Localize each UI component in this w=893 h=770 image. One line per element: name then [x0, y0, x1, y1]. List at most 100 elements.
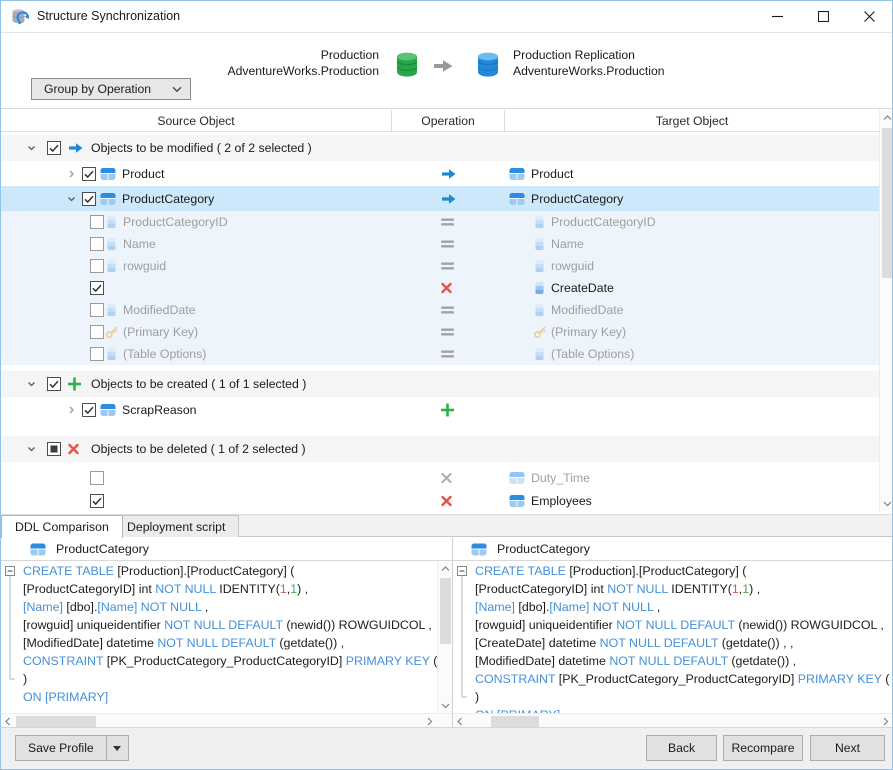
checkbox[interactable]: [90, 259, 104, 273]
left-pane-vscrollbar[interactable]: [437, 562, 452, 713]
chevron-right-icon[interactable]: [67, 405, 76, 414]
op-modify-icon: [68, 143, 83, 154]
group-label: Objects to be deleted ( 1 of 2 selected …: [91, 442, 306, 456]
tree-row[interactable]: ProductCategoryID ProductCategoryID: [1, 211, 879, 233]
scrollbar-thumb[interactable]: [16, 716, 96, 727]
op-delete-icon: [68, 444, 79, 455]
op-modify-icon: [441, 193, 456, 204]
tree-row[interactable]: CreateDate: [1, 277, 879, 299]
table-icon: [100, 167, 116, 180]
next-button[interactable]: Next: [810, 735, 885, 761]
right-pane-object-name: ProductCategory: [497, 542, 590, 556]
tab-deployment-script[interactable]: Deployment script: [113, 515, 239, 537]
tree-row[interactable]: (Primary Key)(Primary Key): [1, 321, 879, 343]
fold-guide: [4, 634, 20, 652]
checkbox[interactable]: [82, 167, 96, 181]
save-profile-label: Save Profile: [16, 736, 106, 760]
tree-row[interactable]: (Table Options)(Table Options): [1, 343, 879, 365]
checkbox[interactable]: [90, 347, 104, 361]
fold-guide: [456, 688, 472, 706]
footer-bar: Save Profile Back Recompare Next: [1, 727, 892, 769]
source-connection-info: Production AdventureWorks.Production: [227, 47, 379, 79]
checkbox[interactable]: [82, 192, 96, 206]
sql-line: [Name] [dbo].[Name] NOT NULL ,: [453, 598, 893, 616]
checkbox[interactable]: [47, 141, 61, 155]
tree-row[interactable]: ModifiedDateModifiedDate: [1, 299, 879, 321]
back-button[interactable]: Back: [646, 735, 717, 761]
scroll-down-icon[interactable]: [438, 699, 453, 713]
left-pane-hscrollbar[interactable]: [1, 713, 452, 728]
field-icon: [535, 216, 544, 229]
checkbox[interactable]: [47, 442, 61, 456]
chevron-down-icon[interactable]: [27, 144, 36, 153]
source-object-label: ProductCategoryID: [123, 215, 228, 229]
checkbox[interactable]: [90, 281, 104, 295]
tree-row[interactable]: ProductProduct: [1, 161, 879, 186]
op-add-icon: [441, 403, 454, 416]
group-label: Objects to be modified ( 2 of 2 selected…: [91, 141, 312, 155]
minimize-button[interactable]: [754, 1, 800, 32]
source-object-label: ProductCategory: [122, 192, 214, 206]
tree-row[interactable]: Employees: [1, 489, 879, 512]
fold-guide: [456, 652, 472, 670]
tree-row[interactable]: ScrapReason: [1, 397, 879, 422]
checkbox[interactable]: [90, 237, 104, 251]
column-source-object[interactable]: Source Object: [1, 110, 391, 131]
checkbox[interactable]: [90, 303, 104, 317]
field-icon: [535, 304, 544, 317]
checkbox[interactable]: [90, 494, 104, 508]
sql-line: ): [1, 670, 438, 688]
source-object-label: ModifiedDate: [123, 303, 195, 317]
sql-line: ON [PRIMARY]: [1, 688, 438, 706]
source-connection-name: Production: [227, 47, 379, 63]
target-database-icon: [475, 51, 501, 83]
sql-line: [CreateDate] datetime NOT NULL DEFAULT (…: [453, 634, 893, 652]
sql-line: [rowguid] uniqueidentifier NOT NULL DEFA…: [453, 616, 893, 634]
tree-row[interactable]: Objects to be modified ( 2 of 2 selected…: [1, 135, 879, 161]
tree-scrollbar[interactable]: [879, 110, 893, 512]
save-profile-button[interactable]: Save Profile: [15, 735, 129, 761]
scroll-up-icon[interactable]: [880, 111, 893, 125]
column-target-object[interactable]: Target Object: [505, 110, 879, 131]
tree-row[interactable]: Objects to be deleted ( 1 of 2 selected …: [1, 436, 879, 462]
column-operation[interactable]: Operation: [392, 110, 504, 131]
tree-row[interactable]: Duty_Time: [1, 466, 879, 489]
right-pane-hscrollbar[interactable]: [453, 713, 893, 728]
source-object-label: ScrapReason: [122, 403, 197, 417]
tree-row[interactable]: Objects to be created ( 1 of 1 selected …: [1, 371, 879, 397]
chevron-down-icon[interactable]: [67, 194, 76, 203]
tree-row[interactable]: NameName: [1, 233, 879, 255]
scrollbar-thumb[interactable]: [491, 716, 539, 727]
fold-collapse-icon[interactable]: [456, 562, 472, 580]
target-connection-name: Production Replication: [513, 47, 665, 63]
checkbox[interactable]: [90, 215, 104, 229]
op-equal-icon: [441, 350, 454, 359]
recompare-button[interactable]: Recompare: [723, 735, 803, 761]
scrollbar-thumb[interactable]: [882, 128, 893, 278]
scroll-up-icon[interactable]: [438, 562, 453, 576]
scroll-down-icon[interactable]: [880, 497, 893, 511]
chevron-right-icon[interactable]: [67, 169, 76, 178]
scrollbar-thumb[interactable]: [440, 578, 451, 644]
target-database-name: AdventureWorks.Production: [513, 63, 665, 79]
checkbox[interactable]: [82, 403, 96, 417]
tab-ddl-comparison[interactable]: DDL Comparison: [1, 515, 123, 538]
checkbox[interactable]: [47, 377, 61, 391]
fold-guide: [4, 670, 20, 688]
chevron-down-icon[interactable]: [27, 445, 36, 454]
close-button[interactable]: [846, 1, 892, 32]
tree-row[interactable]: ProductCategoryProductCategory: [1, 186, 879, 211]
left-ddl-editor[interactable]: CREATE TABLE [Production].[ProductCatego…: [1, 562, 438, 713]
group-by-dropdown[interactable]: Group by Operation: [31, 78, 191, 100]
checkbox[interactable]: [90, 471, 104, 485]
checkbox[interactable]: [90, 325, 104, 339]
maximize-button[interactable]: [800, 1, 846, 32]
tree-row[interactable]: rowguidrowguid: [1, 255, 879, 277]
op-modify-icon: [441, 168, 456, 179]
save-profile-dropdown[interactable]: [106, 736, 128, 760]
fold-collapse-icon[interactable]: [4, 562, 20, 580]
right-ddl-editor[interactable]: CREATE TABLE [Production].[ProductCatego…: [453, 562, 893, 713]
target-object-label: ProductCategoryID: [551, 215, 656, 229]
chevron-down-icon[interactable]: [27, 380, 36, 389]
sync-direction-arrow-icon: [433, 59, 454, 78]
